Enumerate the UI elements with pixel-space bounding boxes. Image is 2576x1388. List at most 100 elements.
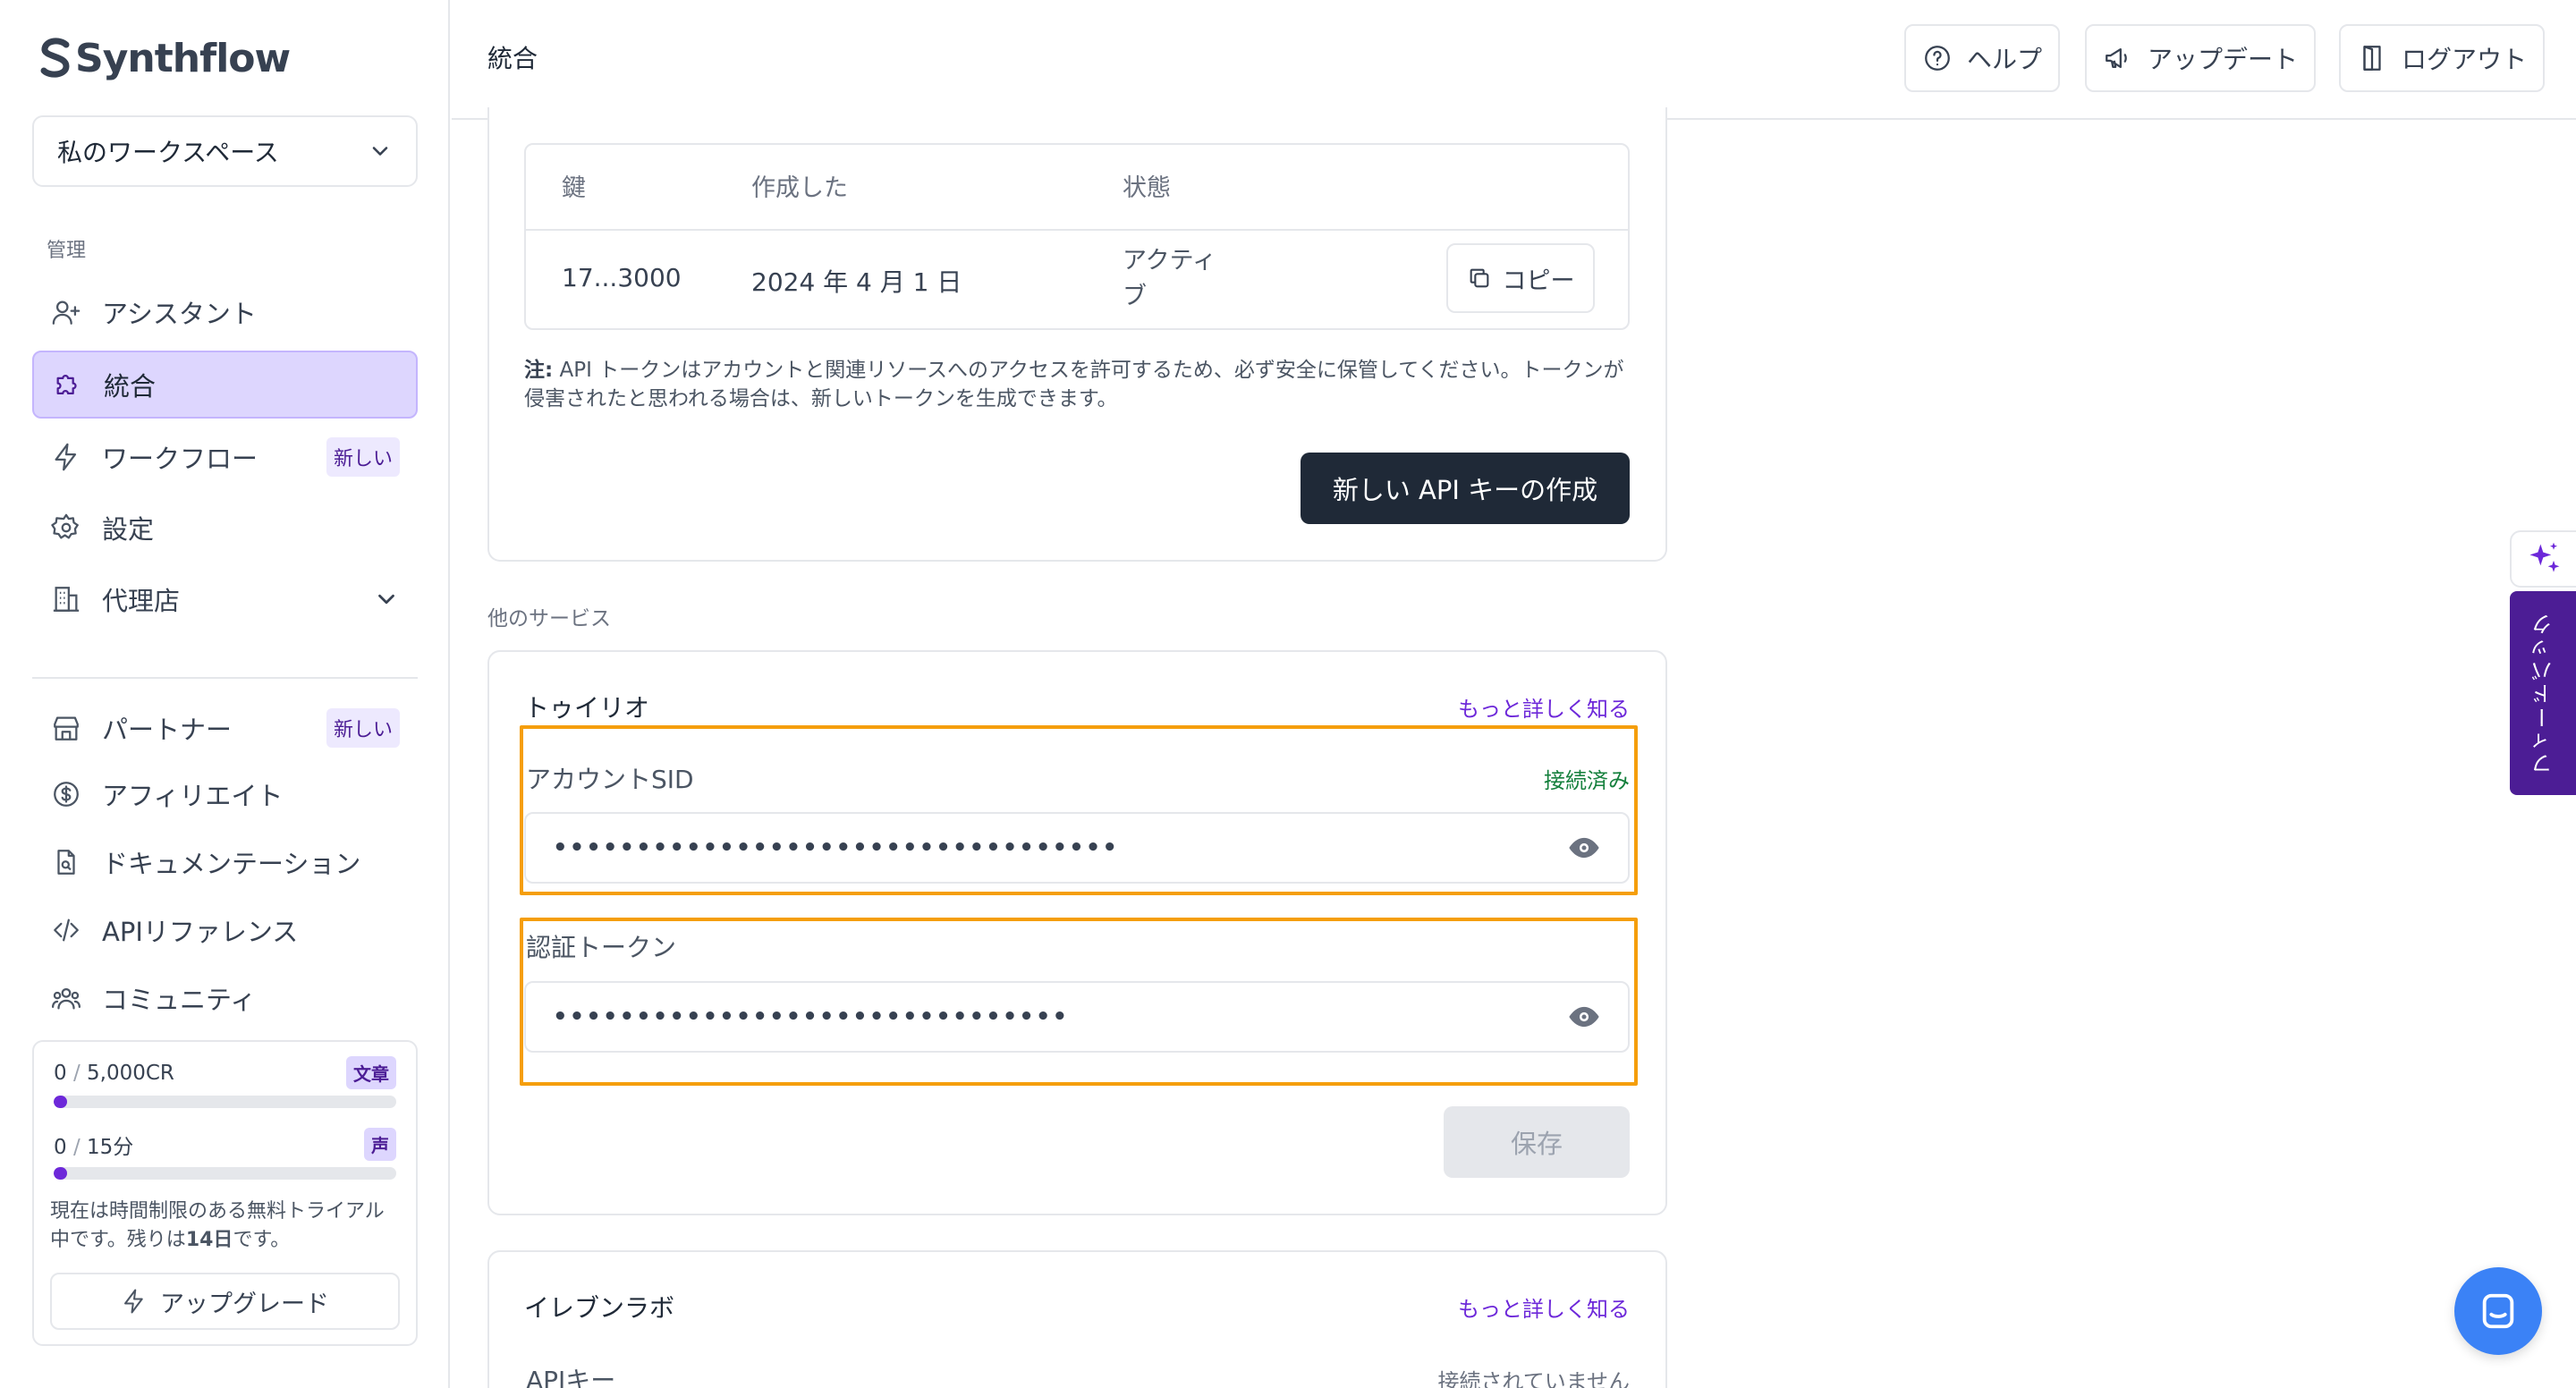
column-header-status: 状態 (1123, 174, 1171, 202)
new-badge: 新しい (326, 708, 400, 748)
synthflow-logo-icon (40, 38, 70, 78)
api-key-value: 17...3000 (562, 263, 682, 292)
sidebar-item-label: コミュニティ (102, 985, 257, 1015)
chevron-down-icon (372, 147, 388, 156)
sidebar-item-label: 代理店 (102, 586, 181, 616)
ai-assistant-tab[interactable] (2510, 530, 2576, 588)
minutes-progress-bar (54, 1167, 396, 1180)
trial-notice: 現在は時間制限のある無料トライアル中です。残りは14日です。 (50, 1200, 385, 1251)
credits-usage-text: 0 / 5,000CR (54, 1061, 174, 1085)
lightning-icon (50, 441, 82, 473)
help-button[interactable]: ヘルプ (1904, 24, 2061, 92)
upgrade-button[interactable]: アップグレード (50, 1273, 400, 1330)
users-icon (50, 982, 82, 1014)
twilio-learn-more-link[interactable]: もっと詳しく知る (1458, 691, 1630, 723)
sidebar-item-label: アフィリエイト (102, 781, 284, 811)
auth-token-masked-value: ••••••••••••••••••••••••••••••• (553, 1003, 1070, 1030)
puzzle-icon (52, 368, 84, 401)
feedback-label: フィードバック (2530, 612, 2556, 774)
logout-door-icon (2363, 46, 2381, 71)
twilio-title: トゥイリオ (524, 693, 650, 723)
api-keys-table: 鍵 作成した 状態 17...3000 2024 年 4 月 1 日 アクティ … (524, 143, 1630, 330)
elevenlabs-status: 接続されていません (1437, 1369, 1630, 1388)
sidebar-item-assistants[interactable]: アシスタント (32, 278, 418, 346)
credits-progress-bar (54, 1096, 396, 1108)
chat-support-button[interactable] (2454, 1267, 2542, 1355)
updates-button[interactable]: アップデート (2085, 24, 2317, 92)
usage-card: 0 / 5,000CR 文章 0 / 15分 声 現在は時間制限のある無料トライ… (32, 1040, 418, 1346)
workspace-selector[interactable]: 私のワークスペース (32, 115, 418, 187)
other-services-label: 他のサービス (487, 607, 611, 631)
chat-icon (2482, 1293, 2514, 1329)
api-key-created: 2024 年 4 月 1 日 (751, 267, 962, 297)
gear-icon (50, 512, 82, 544)
column-header-created: 作成した (751, 174, 848, 202)
sidebar-item-label: ドキュメンテーション (102, 849, 361, 879)
eye-icon[interactable] (1567, 831, 1601, 865)
brand-logo[interactable]: Synthflow (39, 34, 291, 82)
building-icon (50, 583, 82, 615)
app-root: Synthflow 私のワークスペース 管理 アシスタント 統合 ワークフロー … (0, 0, 2576, 1388)
eye-icon[interactable] (1567, 1000, 1601, 1034)
sidebar-item-community[interactable]: コミュニティ (32, 964, 418, 1032)
sidebar-item-agency[interactable]: 代理店 (32, 565, 418, 633)
page-title: 統合 (487, 44, 538, 73)
table-divider (526, 229, 1628, 231)
sidebar-item-partners[interactable]: パートナー 新しい (32, 694, 418, 762)
sidebar-item-settings[interactable]: 設定 (32, 494, 418, 562)
sidebar-item-label: APIリファレンス (102, 917, 299, 947)
logout-button[interactable]: ログアウト (2339, 24, 2546, 92)
document-icon (50, 846, 82, 878)
user-plus-icon (50, 296, 82, 328)
workspace-name: 私のワークスペース (57, 138, 279, 167)
sidebar-item-label: 設定 (102, 514, 155, 545)
create-api-key-button[interactable]: 新しい API キーの作成 (1301, 453, 1630, 524)
top-header: 統合 ヘルプ アップデート ログアウト (452, 0, 2576, 120)
lightning-icon (124, 1289, 143, 1314)
elevenlabs-api-key-label: APIキー (526, 1366, 616, 1388)
code-icon (50, 914, 82, 946)
account-sid-label: アカウントSID (526, 765, 694, 794)
save-button[interactable]: 保存 (1444, 1106, 1630, 1178)
sidebar-item-affiliate[interactable]: アフィリエイト (32, 760, 418, 828)
sidebar-item-label: 統合 (104, 371, 157, 402)
sidebar-item-label: パートナー (102, 715, 233, 745)
minutes-usage-row: 0 / 15分 声 (54, 1128, 396, 1161)
dollar-icon (50, 778, 82, 810)
minutes-progress-fill (54, 1167, 68, 1180)
feedback-tab[interactable]: フィードバック (2510, 591, 2576, 795)
minutes-tag: 声 (364, 1128, 396, 1161)
account-sid-masked-value: •••••••••••••••••••••••••••••••••• (553, 834, 1120, 861)
store-icon (50, 712, 82, 744)
minutes-usage-text: 0 / 15分 (54, 1135, 134, 1159)
sparkle-icon (2529, 542, 2560, 572)
elevenlabs-learn-more-link[interactable]: もっと詳しく知る (1458, 1291, 1630, 1323)
credits-progress-fill (54, 1096, 68, 1108)
sidebar: Synthflow 私のワークスペース 管理 アシスタント 統合 ワークフロー … (0, 0, 450, 1388)
sidebar-item-workflows[interactable]: ワークフロー 新しい (32, 423, 418, 491)
api-token-note: 注: API トークンはアカウントと関連リソースへのアクセスを許可するため、必ず… (524, 359, 1624, 410)
column-header-key: 鍵 (562, 174, 586, 202)
question-circle-icon (1925, 46, 1950, 71)
section-label-manage: 管理 (47, 240, 87, 262)
api-key-status: アクティ ブ (1123, 247, 1217, 310)
new-badge: 新しい (326, 437, 400, 477)
megaphone-icon (2106, 47, 2127, 69)
copy-key-button[interactable]: コピー (1446, 243, 1595, 313)
account-sid-input[interactable]: •••••••••••••••••••••••••••••••••• (524, 812, 1630, 884)
auth-token-input[interactable]: ••••••••••••••••••••••••••••••• (524, 981, 1630, 1053)
sidebar-item-documentation[interactable]: ドキュメンテーション (32, 828, 418, 896)
sidebar-item-label: ワークフロー (102, 444, 258, 474)
credits-tag: 文章 (346, 1056, 396, 1089)
sidebar-item-integrations[interactable]: 統合 (32, 351, 418, 419)
upgrade-label: アップグレード (160, 1290, 329, 1318)
credits-usage-row: 0 / 5,000CR 文章 (54, 1056, 396, 1089)
copy-icon (1470, 268, 1488, 288)
brand-name: Synthflow (75, 35, 291, 81)
sidebar-item-label: アシスタント (102, 299, 257, 329)
chevron-down-icon (378, 594, 394, 605)
sidebar-item-api-reference[interactable]: APIリファレンス (32, 896, 418, 964)
twilio-connected-status: 接続済み (1544, 768, 1630, 793)
sidebar-divider (32, 677, 418, 679)
auth-token-label: 認証トークン (526, 933, 677, 962)
